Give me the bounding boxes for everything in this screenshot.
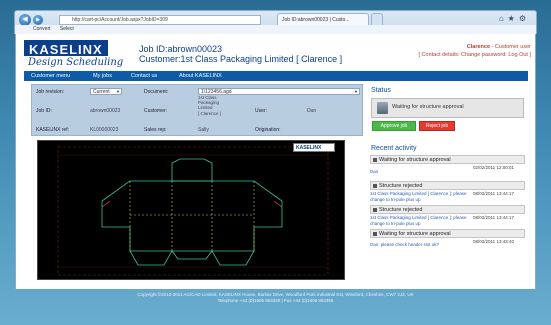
main-menu: Customer menu My jobs Contact us About K… (24, 71, 528, 81)
job-revision-value: Current (93, 89, 110, 95)
activity-title: Waiting for structure approval (379, 157, 451, 163)
activity-body: Dan 02/02/2011 12:00:01 (370, 165, 525, 175)
activity-title-bar: Structure rejected (370, 205, 525, 214)
job-revision-select[interactable]: Current ▼ (90, 88, 122, 95)
cad-drawing-viewer[interactable] (37, 140, 345, 280)
user-role: - Customer user (491, 44, 531, 50)
menu-contact-us[interactable]: Contact us (131, 71, 157, 81)
document-select[interactable]: 1\123456.agd ▼ (198, 88, 360, 95)
forward-icon[interactable]: ▶ (33, 15, 43, 25)
page-title: Job ID:abrown00023 (139, 44, 223, 54)
recent-activity-heading: Recent activity (371, 145, 417, 152)
sales-rep-value: Sally (198, 127, 209, 133)
sales-rep-label: Sales rep: (144, 127, 167, 133)
menu-my-jobs[interactable]: My jobs (93, 71, 112, 81)
recent-activity-list: Waiting for structure approval Dan 02/02… (370, 155, 525, 250)
hourglass-icon (377, 102, 388, 114)
logo-script: Design Scheduling (28, 57, 124, 68)
status-text: Waiting for structure approval (392, 104, 464, 110)
activity-date: 02/02/2011 12:00:01 (473, 165, 514, 170)
kaselinx-ref-label: KASELINX ref: (36, 127, 70, 133)
activity-text[interactable]: Dan: please check header slot ok? (370, 239, 470, 248)
customer-value-line: [ Clarence ] (198, 110, 222, 116)
activity-title-bar: Waiting for structure approval (370, 155, 525, 164)
menu-about[interactable]: About KASELINX (179, 71, 222, 81)
activity-text[interactable]: 1st Class Packaging Limited [ Clarence ]… (370, 191, 470, 202)
status-heading: Status (371, 87, 391, 94)
bullet-icon (373, 184, 377, 188)
kaselinx-logo[interactable]: KASELINX Design Scheduling (24, 40, 136, 72)
document-label: Document: (144, 89, 169, 95)
customer-heading: Customer:1st Class Packaging Limited [ C… (139, 54, 343, 64)
bullet-icon (373, 158, 377, 162)
activity-title: Structure rejected (379, 183, 423, 189)
user-value: Dan (307, 108, 317, 114)
activity-date: 08/02/2011 13:44:17 (473, 191, 514, 196)
activity-title: Structure rejected (379, 207, 423, 213)
activity-text[interactable]: 1st Class Packaging Limited [ Clarence ]… (370, 215, 470, 226)
activity-body: Dan: please check header slot ok? 08/02/… (370, 239, 525, 248)
origination-label: Origination: (255, 127, 281, 133)
activity-title: Waiting for structure approval (379, 231, 451, 237)
activity-title-bar: Structure rejected (370, 181, 525, 190)
account-links[interactable]: [ Contact details: Change password: Log … (418, 52, 531, 58)
activity-body: 1st Class Packaging Limited [ Clarence ]… (370, 215, 525, 226)
activity-title-bar: Waiting for structure approval (370, 229, 525, 238)
select-button[interactable]: Select (60, 26, 74, 32)
chevron-down-icon: ▼ (116, 89, 120, 94)
user-name: Clarence (466, 44, 491, 50)
convert-button[interactable]: Convert (33, 26, 51, 32)
reject-job-button[interactable]: Reject job (419, 121, 455, 131)
job-revision-label: Job revision: (36, 89, 65, 95)
bullet-icon (373, 208, 377, 212)
menu-customer-menu[interactable]: Customer menu (31, 71, 70, 81)
page-footer: Copyright ©2010-2011 AG/CAD Limited, KAS… (15, 289, 536, 311)
customer-label: Customer: (144, 108, 168, 114)
kaselinx-ref-value: KL00000023 (90, 127, 119, 133)
user-label: User: (255, 108, 267, 114)
box-die-line-drawing (57, 146, 329, 276)
bullet-icon (373, 232, 377, 236)
footer-contact: Telephone +44 (0)1606 863340 | Fax +44 (… (217, 298, 334, 303)
activity-date: 08/02/2011 13:44:17 (473, 215, 514, 220)
address-bar[interactable]: http://cart-pc/Account/Job.aspx?JobID=30… (59, 15, 261, 25)
job-id-value: abrown00023 (90, 108, 121, 114)
job-id-label: Job ID: (36, 108, 52, 114)
logo-wordmark: KASELINX (24, 40, 108, 57)
window-icons[interactable]: ⌂★⚙ (499, 14, 530, 23)
activity-body: 1st Class Packaging Limited [ Clarence ]… (370, 191, 525, 202)
customer-value: 1st Class Packaging Limited [ Clarence ] (198, 95, 246, 129)
user-info: Clarence - Customer user (467, 44, 531, 50)
chevron-down-icon: ▼ (354, 89, 358, 94)
browser-toolbar: Convert Select (14, 25, 537, 34)
approve-job-button[interactable]: Approve job (372, 121, 416, 131)
drawing-logo: KASELINX (293, 143, 335, 152)
activity-text[interactable]: Dan (370, 165, 470, 175)
activity-date: 08/02/2011 13:43:40 (473, 239, 514, 244)
